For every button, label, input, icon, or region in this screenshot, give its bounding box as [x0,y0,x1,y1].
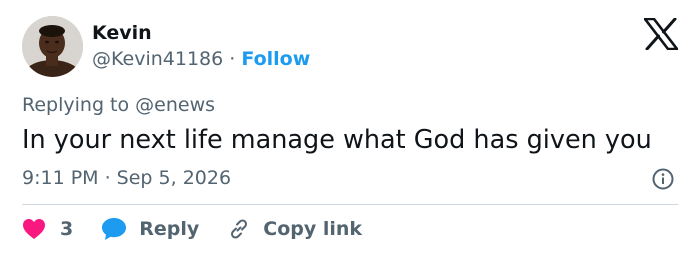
tweet-timestamp[interactable]: 9:11 PM · Sep 5, 2026 [22,166,231,190]
author-name[interactable]: Kevin [92,21,152,45]
author-handle[interactable]: @Kevin41186 [92,48,223,70]
tweet-text: In your next life manage what God has gi… [22,125,652,155]
like-button[interactable]: 3 [22,218,73,240]
heart-icon [22,218,46,240]
follow-button[interactable]: Follow [241,48,310,70]
speech-bubble-icon [101,217,127,241]
reply-button[interactable]: Reply [101,217,199,241]
action-bar: 3 Reply Copy link [22,215,362,243]
replying-to: Replying to @enews [22,94,216,116]
handle-separator: · [229,48,236,70]
copy-link-label: Copy link [263,218,363,240]
link-icon [227,217,251,241]
copy-link-button[interactable]: Copy link [227,217,362,241]
divider [22,204,678,205]
avatar[interactable] [22,16,83,77]
x-logo-icon[interactable] [643,17,679,51]
info-icon[interactable] [652,168,674,190]
author-handle-line: @Kevin41186 · Follow [92,47,310,71]
tweet-card: Kevin @Kevin41186 · Follow Replying to @… [0,0,700,256]
reply-label: Reply [139,218,200,240]
like-count: 3 [60,218,74,240]
